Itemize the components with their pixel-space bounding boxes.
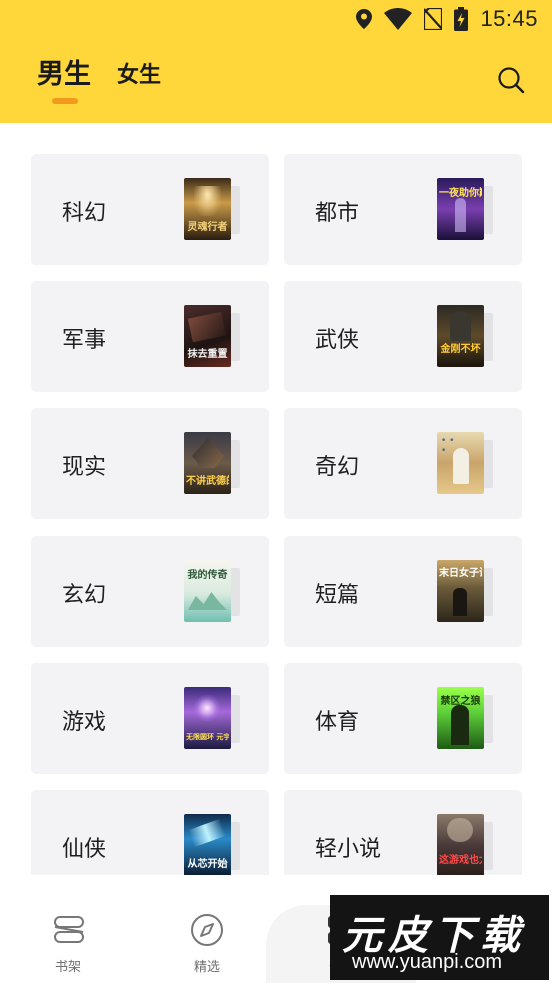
nav-item-featured[interactable]: 精选 bbox=[147, 875, 267, 983]
book-cover: • • • bbox=[437, 432, 493, 494]
category-card-reality[interactable]: 现实 不讲武德的 bbox=[31, 408, 269, 519]
category-card-military[interactable]: 军事 抹去重置 bbox=[31, 281, 269, 392]
category-grid: 科幻 灵魂行者 都市 一夜助你巅色 军事 抹去重置 bbox=[0, 123, 552, 875]
category-card-scifi[interactable]: 科幻 灵魂行者 bbox=[31, 154, 269, 265]
category-card-sports[interactable]: 体育 禁区之狼 bbox=[284, 663, 522, 774]
category-label: 短篇 bbox=[315, 583, 360, 608]
category-label: 军事 bbox=[62, 328, 107, 353]
category-label: 轻小说 bbox=[315, 837, 382, 862]
category-card-game[interactable]: 游戏 无限圆环 元宇宙 bbox=[31, 663, 269, 774]
search-icon[interactable] bbox=[497, 66, 525, 94]
tab-active-indicator bbox=[52, 98, 78, 104]
category-label: 现实 bbox=[62, 455, 107, 480]
book-cover: 金刚不坏 bbox=[437, 305, 493, 367]
watermark: 元皮下载 www.yuanpi.com bbox=[330, 895, 549, 980]
category-label: 都市 bbox=[315, 201, 360, 226]
status-bar: 15:45 bbox=[0, 0, 552, 38]
category-card-xianxia[interactable]: 仙侠 从芯开始 bbox=[31, 790, 269, 875]
category-card-fantasy[interactable]: 奇幻 • • • bbox=[284, 408, 522, 519]
category-card-xuanhuan[interactable]: 玄幻 我的传奇 bbox=[31, 536, 269, 647]
book-cover: 一夜助你巅色 bbox=[437, 178, 493, 240]
category-card-short[interactable]: 短篇 末日女子调查 bbox=[284, 536, 522, 647]
category-card-light-novel[interactable]: 轻小说 这游戏也太真实了 bbox=[284, 790, 522, 875]
category-card-urban[interactable]: 都市 一夜助你巅色 bbox=[284, 154, 522, 265]
watermark-url: www.yuanpi.com bbox=[352, 951, 503, 973]
no-sim-icon bbox=[424, 8, 443, 30]
nav-item-bookshelf[interactable]: 书架 bbox=[8, 875, 128, 983]
category-label: 玄幻 bbox=[62, 583, 107, 608]
book-cover: 无限圆环 元宇宙 bbox=[184, 687, 240, 749]
tab-male[interactable]: 男生 bbox=[37, 52, 91, 91]
nav-label: 书架 bbox=[54, 960, 81, 975]
category-label: 奇幻 bbox=[315, 455, 360, 480]
category-label: 科幻 bbox=[62, 201, 107, 226]
book-cover: 禁区之狼 bbox=[437, 687, 493, 749]
book-cover: 我的传奇 bbox=[184, 560, 240, 622]
book-cover: 抹去重置 bbox=[184, 305, 240, 367]
location-icon bbox=[356, 9, 373, 29]
wifi-icon bbox=[384, 8, 413, 30]
category-card-wuxia[interactable]: 武侠 金刚不坏 bbox=[284, 281, 522, 392]
book-cover: 不讲武德的 bbox=[184, 432, 240, 494]
book-cover: 这游戏也太真实了 bbox=[437, 814, 493, 875]
top-header: 15:45 男生 女生 bbox=[0, 0, 552, 123]
category-label: 游戏 bbox=[62, 710, 107, 735]
book-cover: 末日女子调查 bbox=[437, 560, 493, 622]
bookshelf-icon bbox=[54, 916, 84, 943]
compass-icon bbox=[191, 914, 223, 946]
category-label: 体育 bbox=[315, 710, 360, 735]
nav-label: 精选 bbox=[193, 960, 220, 975]
tab-female[interactable]: 女生 bbox=[117, 57, 161, 89]
category-label: 仙侠 bbox=[62, 837, 107, 862]
book-cover: 灵魂行者 bbox=[184, 178, 240, 240]
battery-charging-icon bbox=[454, 7, 469, 31]
status-time: 15:45 bbox=[480, 6, 538, 31]
category-label: 武侠 bbox=[315, 328, 360, 353]
book-cover: 从芯开始 bbox=[184, 814, 240, 875]
